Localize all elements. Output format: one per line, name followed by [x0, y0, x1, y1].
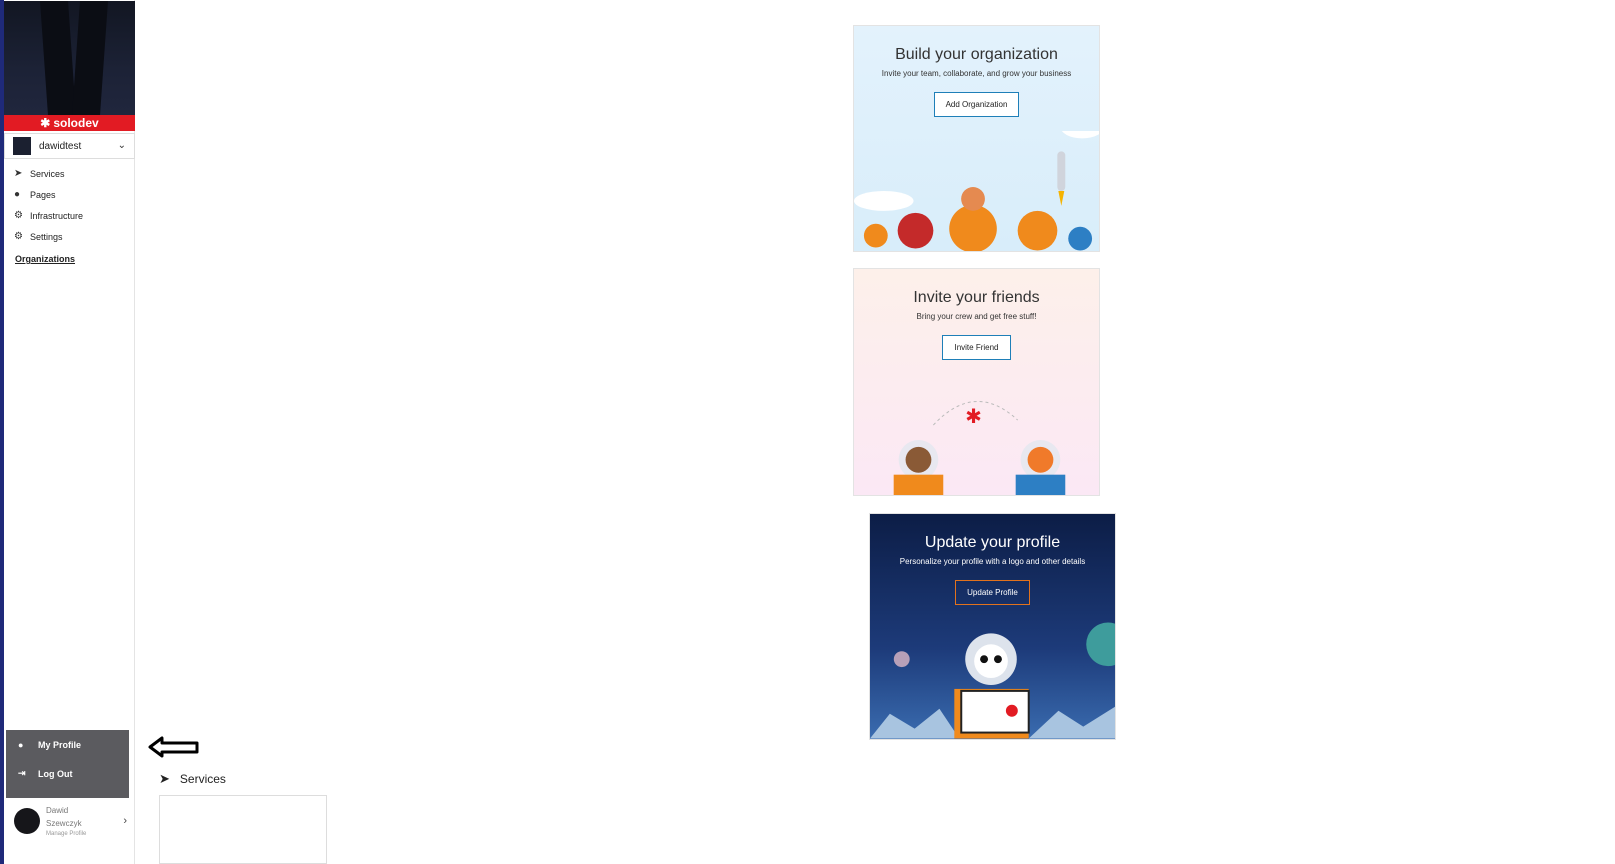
sign-out-icon: ⇥ — [18, 768, 26, 778]
card-title: Build your organization — [895, 46, 1058, 63]
paper-plane-icon: ➤ — [159, 771, 170, 786]
sidebar: ✱ solodev dawidtest ⌄ ➤ Services ● Pages… — [4, 0, 135, 864]
globe-icon: ● — [14, 189, 21, 200]
services-heading: ➤ Services — [159, 771, 226, 787]
organization-selector[interactable]: dawidtest ⌄ — [4, 133, 135, 159]
menu-item-label: Log Out — [38, 768, 73, 779]
organization-thumbnail — [13, 137, 31, 155]
organization-name: dawidtest — [39, 140, 82, 152]
sidebar-item-settings[interactable]: ⚙ Settings — [14, 226, 83, 247]
card-subtitle: Personalize your profile with a logo and… — [899, 557, 1086, 566]
invite-friend-button[interactable]: Invite Friend — [942, 335, 1011, 360]
card-subtitle: Bring your crew and get free stuff! — [916, 312, 1037, 321]
build-organization-card: Build your organization Invite your team… — [853, 25, 1100, 252]
left-arrow-annotation-icon — [148, 736, 199, 758]
brand-name: solodev — [53, 116, 99, 130]
user-profile-row[interactable]: Dawid Szewczyk Manage Profile › — [4, 801, 135, 841]
services-heading-text: Services — [179, 772, 226, 786]
avatar — [14, 808, 40, 834]
sidebar-item-label: Settings — [30, 231, 63, 242]
organizations-link[interactable]: Organizations — [15, 254, 75, 264]
my-profile-item[interactable]: ● My Profile — [6, 730, 129, 759]
profile-menu: ● My Profile ⇥ Log Out — [6, 730, 129, 798]
update-profile-card: Update your profile Personalize your pro… — [869, 513, 1116, 740]
asterisk-icon: ✱ — [40, 116, 51, 130]
sidebar-item-label: Pages — [30, 189, 56, 200]
astronaut-team-illustration — [854, 131, 1099, 251]
add-organization-button[interactable]: Add Organization — [933, 92, 1020, 117]
invite-friends-card: Invite your friends Bring your crew and … — [853, 268, 1100, 496]
sidebar-item-services[interactable]: ➤ Services — [14, 163, 83, 184]
chevron-right-icon: › — [123, 815, 127, 827]
sidebar-item-infrastructure[interactable]: ⚙ Infrastructure — [14, 205, 83, 226]
cogs-icon: ⚙ — [14, 210, 23, 221]
brand-banner-image — [4, 1, 135, 115]
manage-profile-label: Manage Profile — [46, 831, 87, 837]
update-profile-button[interactable]: Update Profile — [955, 580, 1030, 605]
log-out-item[interactable]: ⇥ Log Out — [6, 759, 129, 788]
sidebar-nav: ➤ Services ● Pages ⚙ Infrastructure ⚙ Se… — [14, 163, 83, 247]
sidebar-item-label: Services — [30, 168, 65, 179]
card-subtitle: Invite your team, collaborate, and grow … — [881, 69, 1072, 78]
services-card[interactable] — [159, 795, 327, 864]
card-title: Invite your friends — [913, 289, 1040, 306]
menu-item-label: My Profile — [38, 739, 82, 750]
user-first-name: Dawid — [46, 806, 69, 815]
panda-astronaut-illustration — [870, 622, 1115, 739]
sidebar-item-label: Infrastructure — [30, 210, 84, 221]
sidebar-item-pages[interactable]: ● Pages — [14, 184, 83, 205]
user-last-name: Szewczyk — [46, 819, 82, 828]
svg-text:✱: ✱ — [965, 405, 982, 428]
user-info: Dawid Szewczyk Manage Profile — [46, 804, 86, 838]
monkey-fox-astronaut-illustration: ✱ — [893, 400, 1066, 495]
chevron-down-icon: ⌄ — [117, 140, 126, 151]
user-icon: ● — [18, 739, 24, 750]
card-title: Update your profile — [924, 534, 1061, 551]
gear-icon: ⚙ — [14, 231, 23, 242]
paper-plane-icon: ➤ — [14, 168, 23, 179]
brand-logo[interactable]: ✱ solodev — [4, 115, 135, 131]
